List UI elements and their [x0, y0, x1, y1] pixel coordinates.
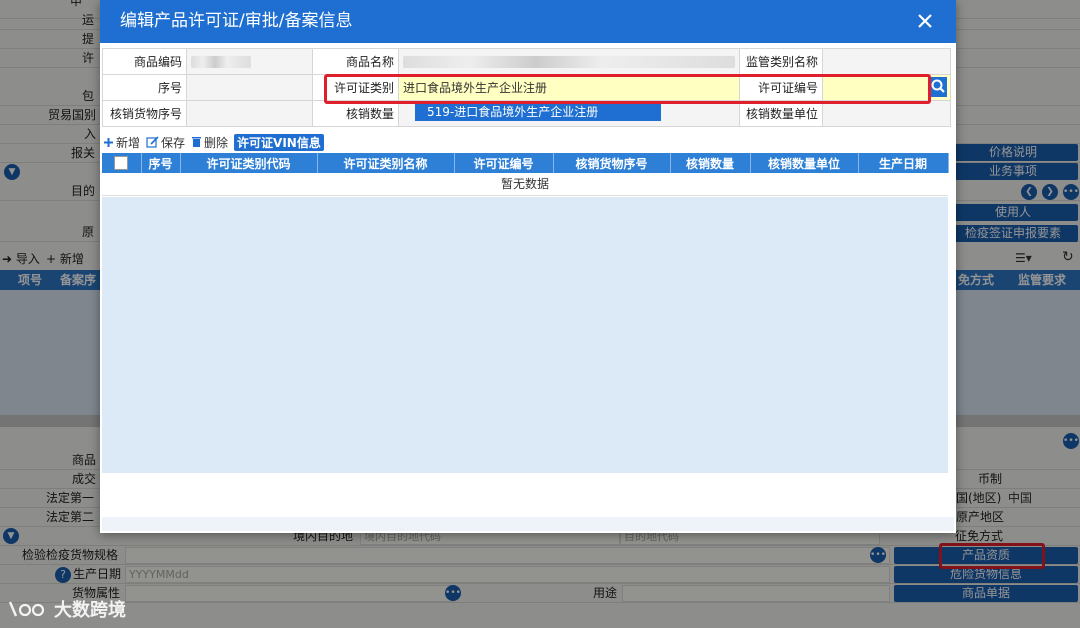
seq-field[interactable] — [186, 74, 313, 101]
writeoff-qty-label: 核销数量 — [312, 100, 399, 127]
empty-row: 暂无数据 — [102, 173, 948, 196]
license-vin-button[interactable]: 许可证VIN信息 — [234, 133, 324, 151]
grid-body — [102, 197, 948, 473]
writeoff-seq-field[interactable] — [186, 100, 313, 127]
col-header[interactable]: 核销数量 — [670, 153, 751, 173]
product-code-field[interactable] — [186, 48, 313, 75]
dialog-footer — [102, 517, 954, 531]
delete-label: 删除 — [204, 135, 229, 150]
save-label: 保存 — [161, 135, 186, 150]
grid-toolbar: 新增 保存 删除 许可证VIN信息 — [103, 133, 324, 151]
col-header[interactable]: 许可证类别代码 — [180, 153, 318, 173]
license-no-label: 许可证编号 — [739, 74, 823, 101]
col-header[interactable]: 核销数量单位 — [750, 153, 859, 173]
seq-label: 序号 — [102, 74, 187, 101]
watermark: 大数跨境 — [8, 596, 126, 622]
dialog-title: 编辑产品许可证/审批/备案信息 — [120, 11, 353, 31]
edit-icon — [146, 136, 159, 148]
brand-logo-icon — [8, 601, 45, 617]
form-row: 序号 许可证类别 进口食品境外生产企业注册 许可证编号 — [102, 74, 951, 101]
license-grid: 序号 许可证类别代码 许可证类别名称 许可证编号 核销货物序号 核销数量 核销数… — [102, 153, 949, 196]
writeoff-unit-label: 核销数量单位 — [739, 100, 823, 127]
trash-icon — [192, 137, 202, 147]
product-code-label: 商品编码 — [102, 48, 187, 75]
col-header[interactable]: 生产日期 — [858, 153, 949, 173]
delete-button[interactable]: 删除 — [191, 134, 228, 151]
license-type-option[interactable]: 519-进口食品境外生产企业注册 — [415, 103, 661, 121]
watermark-text: 大数跨境 — [54, 600, 126, 621]
writeoff-unit-field[interactable] — [822, 100, 951, 127]
license-type-input[interactable]: 进口食品境外生产企业注册 — [398, 74, 740, 101]
product-name-label: 商品名称 — [312, 48, 399, 75]
select-all-checkbox[interactable] — [102, 153, 142, 173]
search-icon[interactable] — [929, 77, 947, 97]
supervision-type-field[interactable] — [822, 48, 951, 75]
save-button[interactable]: 保存 — [146, 134, 185, 151]
plus-icon — [104, 137, 113, 147]
col-header[interactable]: 序号 — [141, 153, 181, 173]
writeoff-seq-label: 核销货物序号 — [102, 100, 187, 127]
empty-message: 暂无数据 — [102, 173, 948, 196]
supervision-type-label: 监管类别名称 — [739, 48, 823, 75]
grid-header-row: 序号 许可证类别代码 许可证类别名称 许可证编号 核销货物序号 核销数量 核销数… — [102, 153, 949, 173]
col-header[interactable]: 许可证类别名称 — [317, 153, 455, 173]
add-button[interactable]: 新增 — [103, 134, 140, 151]
dialog-header: 编辑产品许可证/审批/备案信息 — [100, 0, 956, 43]
license-type-label: 许可证类别 — [312, 74, 399, 101]
form-row: 商品编码 商品名称 监管类别名称 — [102, 48, 951, 75]
col-header[interactable]: 核销货物序号 — [553, 153, 671, 173]
add-label: 新增 — [116, 135, 141, 150]
col-header[interactable]: 许可证编号 — [454, 153, 554, 173]
close-icon[interactable] — [916, 12, 934, 30]
product-name-field[interactable] — [398, 48, 740, 75]
edit-license-dialog: 编辑产品许可证/审批/备案信息 商品编码 商品名称 监管类别名称 序号 许可证类… — [100, 0, 956, 533]
